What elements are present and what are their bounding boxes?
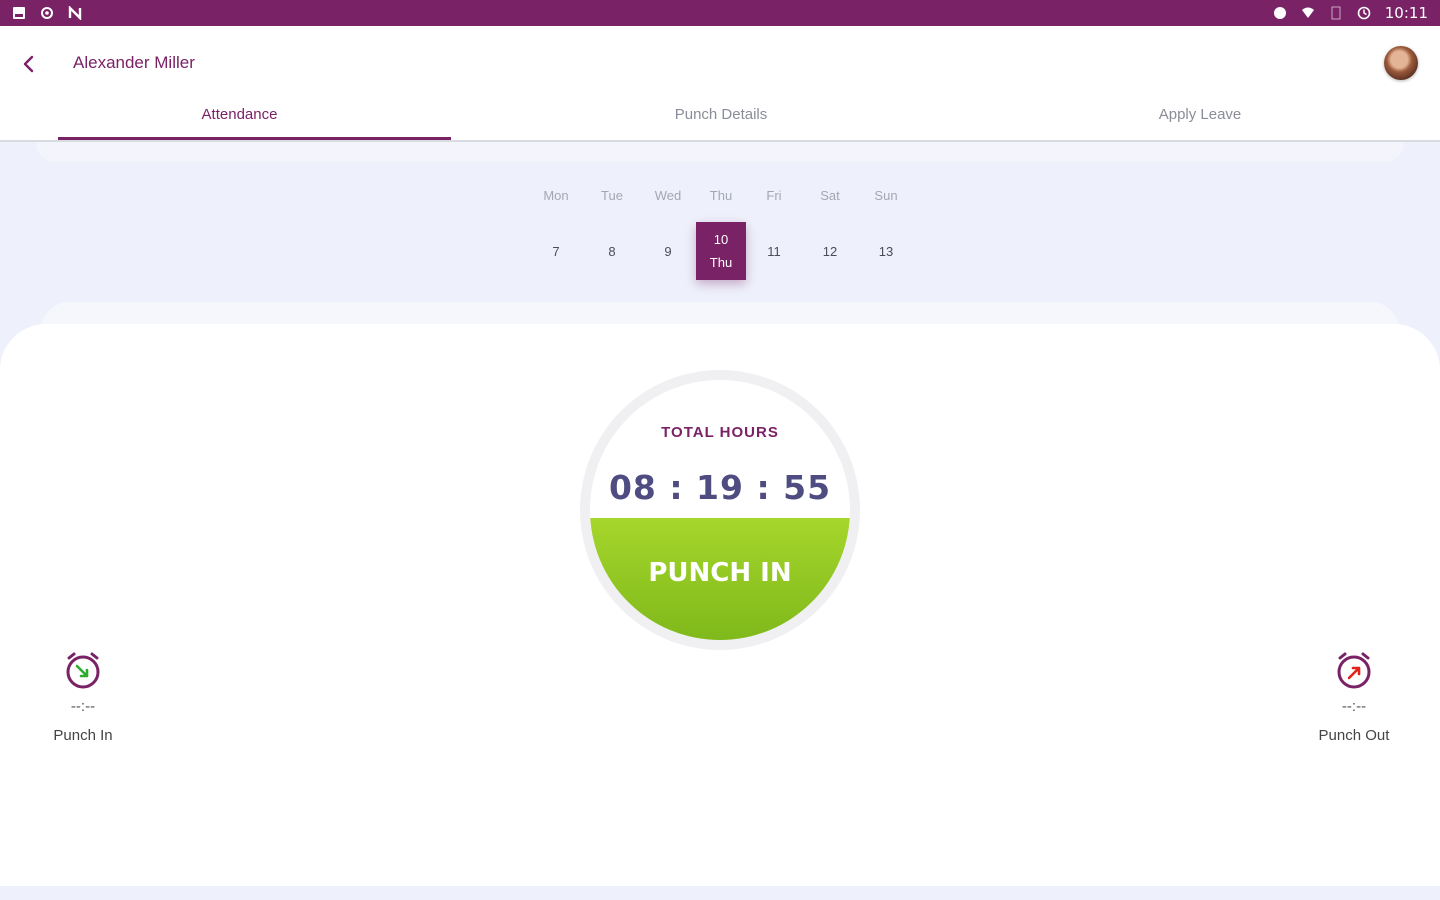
punch-in-info: --:-- Punch In bbox=[28, 650, 138, 744]
wifi-icon bbox=[1301, 7, 1314, 18]
date-cell[interactable]: 11 bbox=[749, 222, 799, 280]
weekday-row: Mon Tue Wed Thu Fri Sat Sun bbox=[0, 188, 1440, 208]
status-bar: 10:11 bbox=[0, 0, 1440, 26]
selected-day: 10 bbox=[713, 232, 729, 247]
clock-dial: TOTAL HOURS 08 : 19 : 55 PUNCH IN bbox=[580, 370, 860, 650]
weekday-tue: Tue bbox=[601, 188, 623, 203]
punch-in-time: --:-- bbox=[70, 698, 96, 715]
date-cell-selected[interactable]: 10 Thu bbox=[696, 222, 746, 280]
punch-in-button-label: PUNCH IN bbox=[648, 558, 792, 588]
weekday-wed: Wed bbox=[654, 188, 682, 203]
settings-notification-icon bbox=[41, 7, 53, 19]
status-bar-right: 10:11 bbox=[1273, 4, 1428, 22]
signal-icon bbox=[1331, 6, 1341, 20]
total-hours-label: TOTAL HOURS bbox=[661, 424, 779, 441]
punch-in-label: Punch In bbox=[53, 727, 113, 744]
punch-out-alarm-icon bbox=[1337, 652, 1371, 689]
alarm-status-icon bbox=[1357, 6, 1371, 20]
active-tab-indicator bbox=[58, 137, 451, 140]
weekday-mon: Mon bbox=[543, 188, 569, 203]
tab-punch-details[interactable]: Punch Details bbox=[540, 88, 902, 140]
punch-in-alarm-icon bbox=[66, 652, 100, 689]
status-bar-left bbox=[12, 6, 82, 20]
date-cell[interactable]: 7 bbox=[531, 222, 581, 280]
back-arrow-icon[interactable] bbox=[16, 50, 44, 78]
weekday-sat: Sat bbox=[820, 188, 840, 203]
weekday-fri: Fri bbox=[766, 188, 782, 203]
tab-bar: Attendance Punch Details Apply Leave bbox=[0, 88, 1440, 140]
punch-out-time: --:-- bbox=[1341, 698, 1367, 715]
date-row: 7 8 9 10 Thu 11 12 13 bbox=[0, 222, 1440, 280]
tab-attendance[interactable]: Attendance bbox=[58, 88, 421, 140]
status-time: 10:11 bbox=[1384, 4, 1428, 22]
weekday-thu: Thu bbox=[709, 188, 733, 203]
selected-weekday: Thu bbox=[709, 255, 733, 270]
punch-in-button[interactable]: PUNCH IN bbox=[590, 518, 850, 640]
status-circle-icon bbox=[1273, 7, 1286, 19]
date-cell[interactable]: 13 bbox=[861, 222, 911, 280]
date-cell[interactable]: 12 bbox=[805, 222, 855, 280]
date-cell[interactable]: 9 bbox=[643, 222, 693, 280]
tab-apply-leave[interactable]: Apply Leave bbox=[1020, 88, 1380, 140]
image-notification-icon bbox=[13, 7, 25, 19]
bottom-strip bbox=[0, 886, 1440, 900]
clock-dial-face: TOTAL HOURS 08 : 19 : 55 PUNCH IN bbox=[590, 380, 850, 640]
avatar[interactable] bbox=[1384, 46, 1418, 80]
punch-out-info: --:-- Punch Out bbox=[1299, 650, 1409, 744]
total-hours-timer: 08 : 19 : 55 bbox=[608, 468, 832, 507]
page-title: Alexander Miller bbox=[73, 53, 195, 72]
punch-out-label: Punch Out bbox=[1318, 727, 1390, 744]
calendar-header-shadow bbox=[36, 142, 1404, 162]
date-cell[interactable]: 8 bbox=[587, 222, 637, 280]
app-bar: Alexander Miller Attendance Punch Detail… bbox=[0, 26, 1440, 142]
n-notification-icon bbox=[68, 6, 82, 20]
weekday-sun: Sun bbox=[874, 188, 898, 203]
